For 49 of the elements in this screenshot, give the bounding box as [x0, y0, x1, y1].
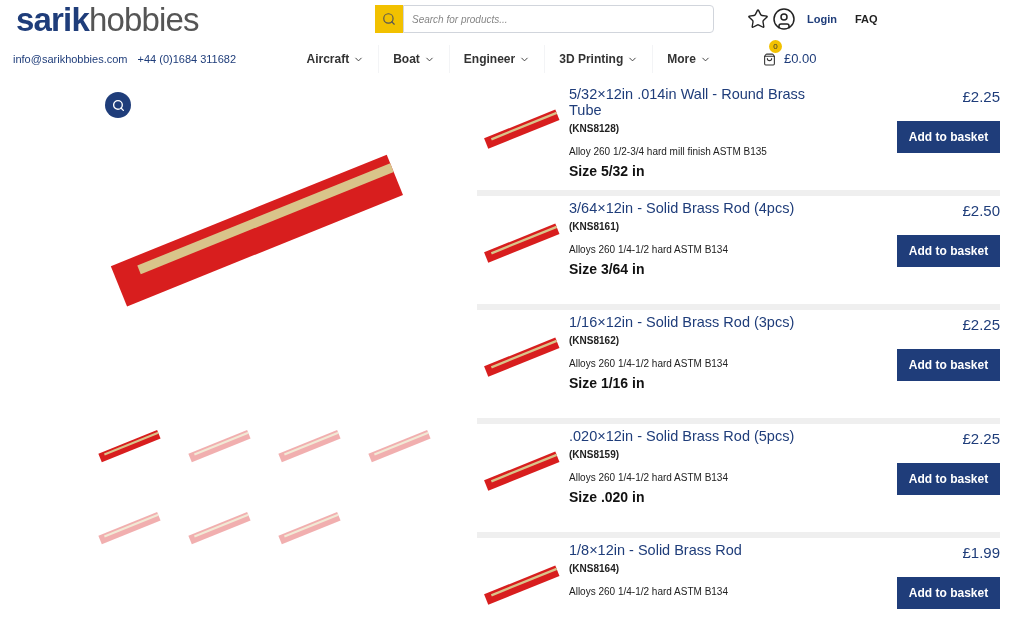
product-price: £1.99	[962, 543, 1000, 563]
faq-link[interactable]: FAQ	[854, 10, 878, 28]
product-price: £2.25	[962, 87, 1000, 107]
nav-menu-item[interactable]: Engineer	[449, 50, 545, 68]
product-title[interactable]: .020×12in - Solid Brass Rod (5pcs)	[569, 428, 831, 444]
add-to-basket-button[interactable]: Add to basket	[897, 462, 1000, 495]
cart-count-badge: 0	[768, 40, 782, 54]
account-icon[interactable]	[772, 7, 796, 31]
add-to-basket-button[interactable]: Add to basket	[897, 348, 1000, 381]
product-code: (KNS8128)	[569, 122, 621, 136]
contact-phone[interactable]: +44 (0)1684 311682	[137, 50, 288, 68]
wishlist-icon[interactable]	[747, 8, 769, 30]
search-field[interactable]: Search for products...	[403, 5, 714, 33]
cart-total[interactable]: £0.00	[783, 49, 817, 69]
site-logo[interactable]: sarikhobbies	[16, 2, 375, 36]
product-title[interactable]: 1/8×12in - Solid Brass Rod	[569, 542, 831, 558]
product-code: (KNS8162)	[569, 334, 621, 348]
login-link[interactable]: Login	[807, 10, 837, 28]
product-code: (KNS8161)	[569, 220, 621, 234]
basket-icon[interactable]	[762, 52, 776, 66]
product-spec: Alloys 260 1/4-1/2 hard ASTM B134	[569, 471, 729, 485]
contact-email[interactable]: info@sarikhobbies.com	[13, 50, 128, 68]
product-spec: Alloys 260 1/4-1/2 hard ASTM B134	[569, 357, 729, 371]
product-price: £2.25	[962, 315, 1000, 335]
search-button[interactable]	[375, 5, 403, 33]
add-to-basket-button[interactable]: Add to basket	[897, 120, 1000, 153]
zoom-button[interactable]	[105, 92, 131, 118]
product-spec: Alloys 260 1/4-1/2 hard ASTM B134	[569, 585, 729, 599]
nav-menu-item[interactable]: Boat	[379, 50, 449, 68]
product-spec: Alloys 260 1/4-1/2 hard ASTM B134	[569, 243, 729, 257]
product-code: (KNS8164)	[569, 562, 621, 576]
product-spec: Alloy 260 1/2-3/4 hard mill finish ASTM B135	[569, 145, 768, 159]
product-price: £2.25	[962, 429, 1000, 449]
nav-menu-item[interactable]: More	[653, 50, 725, 68]
product-title[interactable]: 3/64×12in - Solid Brass Rod (4pcs)	[569, 200, 831, 216]
nav-menu-item[interactable]: 3D Printing	[545, 50, 653, 68]
product-size: Size 5/32 in	[569, 162, 646, 181]
product-size: Size 3/64 in	[569, 260, 646, 279]
add-to-basket-button[interactable]: Add to basket	[897, 576, 1000, 609]
product-title[interactable]: 1/16×12in - Solid Brass Rod (3pcs)	[569, 314, 831, 330]
product-title[interactable]: 5/32×12in .014in Wall - Round Brass Tube	[569, 86, 831, 118]
product-size: Size .020 in	[569, 488, 646, 507]
product-size: Size 1/16 in	[569, 374, 646, 393]
product-code: (KNS8159)	[569, 448, 621, 462]
search-icon	[111, 98, 125, 112]
search-icon	[382, 12, 396, 26]
product-price: £2.50	[962, 201, 1000, 221]
add-to-basket-button[interactable]: Add to basket	[897, 234, 1000, 267]
nav-menu-item[interactable]: Aircraft	[292, 50, 379, 68]
